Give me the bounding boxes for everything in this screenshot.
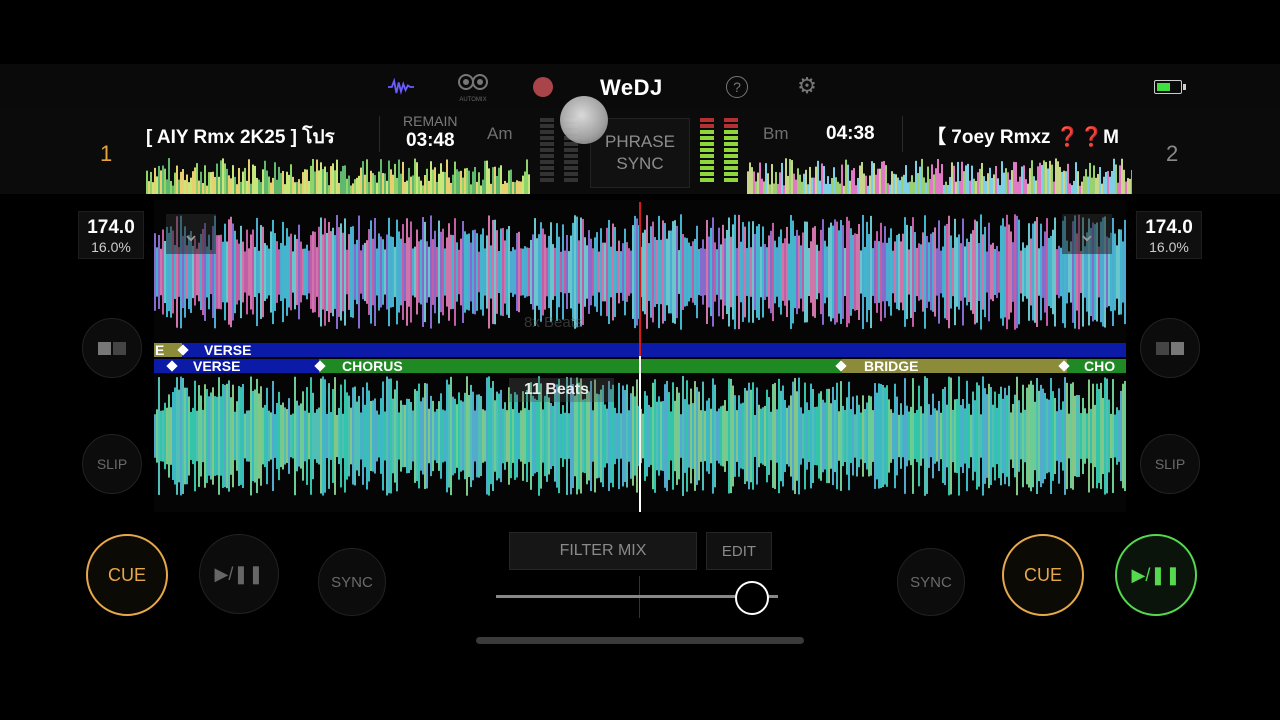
deck-2-playhead bbox=[639, 356, 641, 512]
battery-icon bbox=[1154, 80, 1186, 94]
deck-2-key: Bm bbox=[763, 124, 789, 143]
play-pause-icon: ▶/❚❚ bbox=[1131, 564, 1181, 585]
deck-2-number: 2 bbox=[1166, 141, 1179, 166]
deck-1-overview-waveform[interactable] bbox=[146, 156, 530, 194]
deck-1-bpm: 174.0 bbox=[87, 217, 135, 238]
edit-button[interactable]: EDIT bbox=[706, 532, 772, 570]
phrase-sync-line2: SYNC bbox=[616, 154, 664, 173]
deck-1-collapse-chevron-down-icon[interactable]: ⌄ bbox=[166, 214, 216, 254]
filter-mix-button[interactable]: FILTER MIX bbox=[509, 532, 697, 570]
level-meter-left-a bbox=[540, 118, 554, 188]
deck-1-remain-label: REMAIN bbox=[403, 113, 458, 129]
divider bbox=[379, 116, 380, 152]
phrase-label: VERSE bbox=[193, 358, 241, 374]
phrase-label: CHORUS bbox=[342, 358, 403, 374]
deck-2-sync-button[interactable]: SYNC bbox=[897, 548, 965, 616]
deck-1-number: 1 bbox=[100, 141, 113, 166]
play-pause-icon: ▶/❚❚ bbox=[214, 563, 264, 584]
app-brand: WeDJ bbox=[600, 75, 663, 100]
deck-2-toggle-view-button[interactable] bbox=[1140, 318, 1200, 378]
deck-2-slip-button[interactable]: SLIP bbox=[1140, 434, 1200, 494]
deck-1-pitch: 16.0% bbox=[91, 239, 131, 255]
deck-1-slip-button[interactable]: SLIP bbox=[82, 434, 142, 494]
phrase-sync-line1: PHRASE bbox=[605, 132, 675, 151]
deck-1-key: Am bbox=[487, 124, 513, 143]
automix-label: AUTOMIX bbox=[459, 97, 487, 103]
phrase-label: E bbox=[155, 342, 165, 358]
level-meter-right-a bbox=[700, 118, 714, 188]
beat-jump-label-faded: 8x Beats bbox=[524, 314, 583, 331]
deck-2-time: 04:38 bbox=[826, 123, 875, 144]
deck-1-sync-button[interactable]: SYNC bbox=[318, 548, 386, 616]
deck-2-bpm-display[interactable]: 174.0 16.0% bbox=[1136, 211, 1202, 259]
beats-label: 11 Beats bbox=[524, 381, 589, 398]
deck-2-play-pause-button[interactable]: ▶/❚❚ bbox=[1115, 534, 1197, 616]
deck-1-playhead bbox=[639, 202, 641, 356]
deck-1-time: 03:48 bbox=[406, 130, 455, 151]
crossfader-handle[interactable] bbox=[734, 581, 769, 615]
deck-2-bpm: 174.0 bbox=[1145, 217, 1193, 238]
home-indicator bbox=[476, 637, 804, 644]
deck-2-cue-button[interactable]: CUE bbox=[1002, 534, 1084, 616]
deck-2-overview-waveform[interactable] bbox=[747, 156, 1132, 194]
deck-2-title[interactable]: 【 7oey Rmxz ❓❓M bbox=[927, 122, 1132, 149]
level-meter-right-b bbox=[724, 118, 738, 188]
view-toggle-icon bbox=[98, 341, 111, 355]
phrase-label: BRIDGE bbox=[864, 358, 919, 374]
phrase-label: VERSE bbox=[204, 342, 252, 358]
help-icon[interactable]: ? bbox=[726, 76, 748, 98]
automix-icon[interactable]: AUTOMIX bbox=[455, 72, 491, 104]
deck-1-cue-button[interactable]: CUE bbox=[86, 534, 168, 616]
deck-1-play-pause-button[interactable]: ▶/❚❚ bbox=[199, 534, 279, 614]
main-waveform-area[interactable]: E VERSE VERSE CHORUS BRIDGE CHO 8x Beats… bbox=[154, 200, 1126, 512]
deck-1-title[interactable]: [ AIY Rmx 2K25 ] โปร bbox=[146, 122, 356, 152]
touch-knob[interactable] bbox=[560, 96, 608, 144]
gear-icon[interactable]: ⚙ bbox=[796, 75, 818, 97]
record-icon[interactable] bbox=[533, 77, 553, 97]
divider bbox=[902, 116, 903, 152]
deck-2-pitch: 16.0% bbox=[1149, 239, 1189, 255]
deck-1-bpm-display[interactable]: 174.0 16.0% bbox=[78, 211, 144, 259]
deck-2-collapse-chevron-down-icon[interactable]: ⌄ bbox=[1062, 214, 1112, 254]
waveform-icon[interactable] bbox=[388, 74, 414, 100]
phrase-label: CHO bbox=[1084, 358, 1116, 374]
deck-1-toggle-view-button[interactable] bbox=[82, 318, 142, 378]
view-toggle-icon bbox=[1156, 341, 1169, 355]
